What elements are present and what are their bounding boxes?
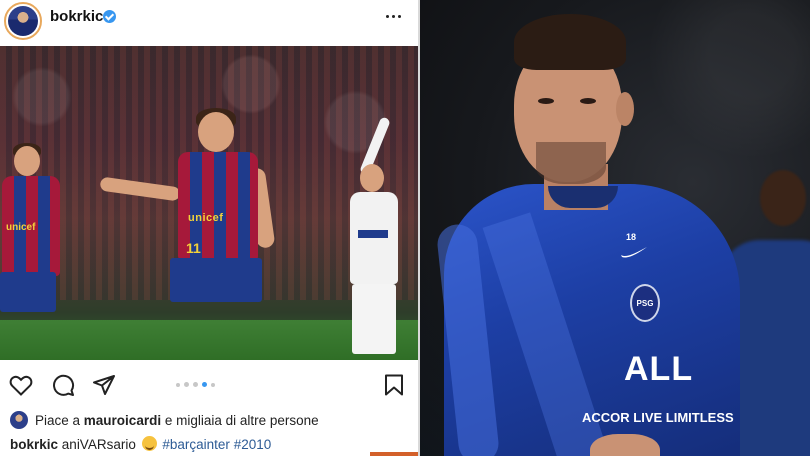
verified-badge-icon <box>103 10 116 23</box>
nike-swoosh-icon <box>621 247 647 258</box>
likes-summary[interactable]: Piace a mauroicardi e migliaia di altre … <box>10 410 319 430</box>
heart-icon[interactable] <box>9 374 33 396</box>
main-shirt-sponsor: unicef <box>188 212 224 224</box>
carousel-dot <box>184 382 189 387</box>
post-photo[interactable]: unicef unicef 11 <box>0 46 418 360</box>
post-username[interactable]: bokrkic <box>50 8 103 25</box>
crest-label: PSG <box>636 298 654 308</box>
more-options-icon[interactable] <box>386 8 406 24</box>
accent-bar <box>370 452 418 456</box>
bookmark-icon[interactable] <box>382 374 406 396</box>
carousel-dot <box>211 382 215 387</box>
player-photo: 18 PSG ALL ACCOR LIVE LIMITLESS <box>420 0 810 456</box>
carousel-dot <box>176 382 180 387</box>
teammate-shirt-sponsor: unicef <box>6 222 36 233</box>
sponsor-sub: ACCOR LIVE LIMITLESS <box>582 410 734 425</box>
instagram-post: bokrkic unicef unicef 11 Piace a mauroic… <box>0 0 418 456</box>
opponent-player <box>350 116 400 360</box>
carousel-indicator <box>176 382 215 387</box>
psg-crest-icon: PSG <box>630 284 660 322</box>
carousel-dot <box>193 382 198 387</box>
player-hand <box>590 434 660 456</box>
foreground-player: 18 PSG ALL ACCOR LIVE LIMITLESS <box>435 14 740 456</box>
likes-prefix: Piace a <box>35 412 81 428</box>
carousel-dot-active <box>202 382 207 387</box>
sponsor-main: ALL <box>624 350 694 388</box>
teammate-player: unicef <box>0 143 68 346</box>
liked-by-username[interactable]: mauroicardi <box>84 413 161 428</box>
liker-avatar <box>10 411 28 429</box>
likes-suffix: e migliaia di altre persone <box>164 412 319 428</box>
post-actions <box>0 360 418 410</box>
smiling-emoji-icon <box>141 436 157 451</box>
shirt-number: 18 <box>626 232 637 242</box>
comment-icon[interactable] <box>51 374 75 396</box>
main-shirt-number: 11 <box>186 240 201 256</box>
avatar[interactable] <box>4 2 42 40</box>
share-icon[interactable] <box>92 374 116 396</box>
main-player: unicef 11 <box>99 108 280 352</box>
caption-text: aniVARsario <box>61 437 136 452</box>
post-header: bokrkic <box>0 0 418 46</box>
player-hair <box>514 14 626 70</box>
caption-author[interactable]: bokrkic <box>10 437 58 452</box>
hashtag-barcainter[interactable]: #barçainter <box>162 437 230 452</box>
post-caption: bokrkic aniVARsario #barçainter #2010 <box>10 436 271 452</box>
hashtag-2010[interactable]: #2010 <box>234 437 272 452</box>
